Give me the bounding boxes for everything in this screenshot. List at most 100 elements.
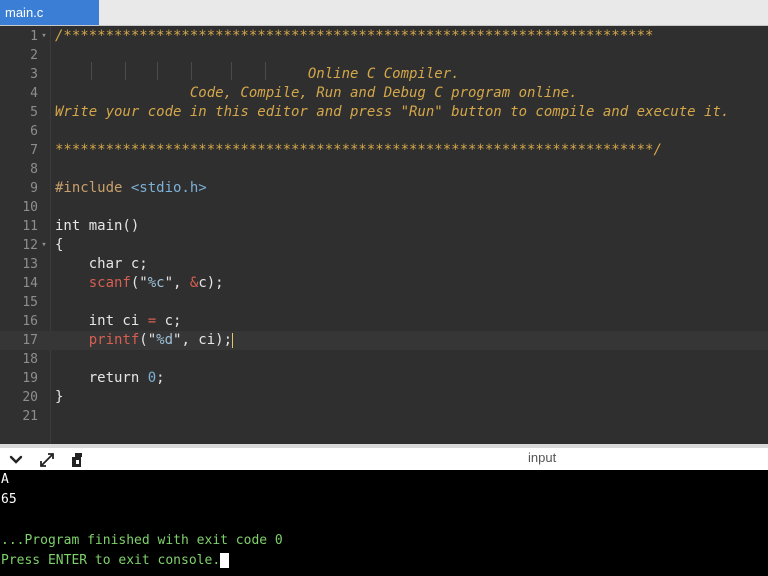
code-token: int main(): [55, 218, 140, 234]
output-console[interactable]: A 65 ...Program finished with exit code 0 P…: [0, 470, 768, 576]
code-token: /***************************************…: [55, 28, 654, 44]
tab-main-c[interactable]: main.c: [0, 0, 99, 25]
code-token: c;: [156, 313, 182, 329]
code-text: Online C Compiler.: [55, 65, 460, 84]
tab-bar: main.c: [0, 0, 768, 26]
fold-toggle-icon[interactable]: ▾: [39, 27, 49, 46]
line-number: 15: [22, 295, 38, 310]
code-text: return 0;: [55, 369, 165, 388]
line-number: 11: [22, 219, 38, 234]
line-number: 2: [30, 48, 38, 63]
code-token: printf: [88, 332, 140, 348]
code-token: =: [147, 313, 157, 329]
line-number: 13: [22, 257, 38, 272]
line-number: 5: [30, 105, 38, 120]
code-line[interactable]: 1 ▾ /*************************************…: [0, 27, 768, 46]
code-line[interactable]: 8: [0, 160, 768, 179]
code-editor[interactable]: 1 ▾/*************************************…: [0, 26, 768, 444]
code-line[interactable]: 21: [0, 407, 768, 426]
line-number: 12: [22, 238, 38, 253]
code-token: ;: [156, 370, 165, 386]
code-token: Code, Compile, Run and Debug C program o…: [55, 85, 578, 101]
code-text: }: [55, 388, 63, 407]
code-token: (": [130, 275, 148, 291]
line-number: 20: [22, 390, 38, 405]
line-number: 21: [22, 409, 38, 424]
code-text: {: [55, 236, 63, 255]
code-text: /***************************************…: [55, 27, 653, 46]
code-token: ****************************************…: [55, 142, 662, 158]
console-text: ...Program finished with exit code 0: [1, 532, 283, 548]
line-number: 16: [22, 314, 38, 329]
code-line[interactable]: 20}: [0, 388, 768, 407]
fold-toggle-icon[interactable]: ▾: [39, 236, 49, 255]
code-text: Code, Compile, Run and Debug C program o…: [55, 84, 578, 103]
code-line[interactable]: 15: [0, 293, 768, 312]
code-line[interactable]: 11 int main(): [0, 217, 768, 236]
console-line: ...Program finished with exit code 0: [1, 532, 283, 550]
copy-icon[interactable]: [68, 451, 86, 469]
console-toolbar: input: [0, 444, 768, 470]
code-line[interactable]: 17 printf("%d", ci);: [0, 331, 768, 350]
chevron-down-icon[interactable]: [7, 451, 25, 469]
code-text: int ci = c;: [55, 312, 182, 331]
code-line[interactable]: 7 ***************************************…: [0, 141, 768, 160]
line-number: 3: [30, 67, 38, 82]
code-line[interactable]: 14 scanf("%c", &c);: [0, 274, 768, 293]
line-number: 17: [22, 333, 38, 348]
code-line[interactable]: 3 Online C Compiler.: [0, 65, 768, 84]
code-token: int ci: [55, 313, 148, 329]
code-text: char c;: [55, 255, 148, 274]
code-token: Write your code in this editor and press…: [55, 104, 730, 120]
code-line[interactable]: 4 Code, Compile, Run and Debug C program…: [0, 84, 768, 103]
console-text: 65: [1, 492, 17, 508]
line-number: 14: [22, 276, 38, 291]
code-token: char c;: [55, 256, 148, 272]
code-line[interactable]: 9 #include <stdio.h>: [0, 179, 768, 198]
code-line[interactable]: 16 int ci = c;: [0, 312, 768, 331]
code-token: %c: [147, 275, 165, 291]
line-number: 10: [22, 200, 38, 215]
code-token: }: [55, 389, 64, 405]
code-text: printf("%d", ci);: [55, 331, 234, 350]
code-line[interactable]: 19 return 0;: [0, 369, 768, 388]
code-token: (": [139, 332, 157, 348]
line-number: 1: [30, 29, 38, 44]
line-number: 19: [22, 371, 38, 386]
code-text: scanf("%c", &c);: [55, 274, 224, 293]
expand-arrows-icon[interactable]: [38, 451, 56, 469]
console-text: A: [1, 472, 9, 487]
line-number: 8: [30, 162, 38, 177]
code-line[interactable]: 13 char c;: [0, 255, 768, 274]
code-line[interactable]: 2: [0, 46, 768, 65]
code-token: ",: [164, 275, 190, 291]
code-token: <stdio.h>: [130, 180, 207, 196]
code-text: int main(): [55, 217, 139, 236]
code-text: Write your code in this editor and press…: [55, 103, 729, 122]
code-token: ", ci);: [173, 332, 233, 348]
code-line[interactable]: 12 ▾ {: [0, 236, 768, 255]
code-line[interactable]: 10: [0, 198, 768, 217]
code-line[interactable]: 18: [0, 350, 768, 369]
line-number: 9: [30, 181, 38, 196]
console-line: A: [1, 471, 9, 489]
code-line[interactable]: 6: [0, 122, 768, 141]
input-label[interactable]: input: [528, 450, 556, 465]
code-token: Online C Compiler.: [55, 66, 460, 82]
console-cursor: [220, 552, 230, 568]
code-token: scanf: [88, 275, 131, 291]
code-token: {: [55, 237, 64, 253]
code-line[interactable]: 5 Write your code in this editor and pres…: [0, 103, 768, 122]
text-cursor: [232, 332, 234, 348]
code-text: #include <stdio.h>: [55, 179, 207, 198]
code-token: %d: [156, 332, 174, 348]
line-number: 7: [30, 143, 38, 158]
code-token: return: [55, 370, 148, 386]
code-token: c);: [198, 275, 224, 291]
line-number: 4: [30, 86, 38, 101]
console-line: 65: [1, 491, 17, 509]
code-token: 0: [147, 370, 157, 386]
code-text: ****************************************…: [55, 141, 662, 160]
